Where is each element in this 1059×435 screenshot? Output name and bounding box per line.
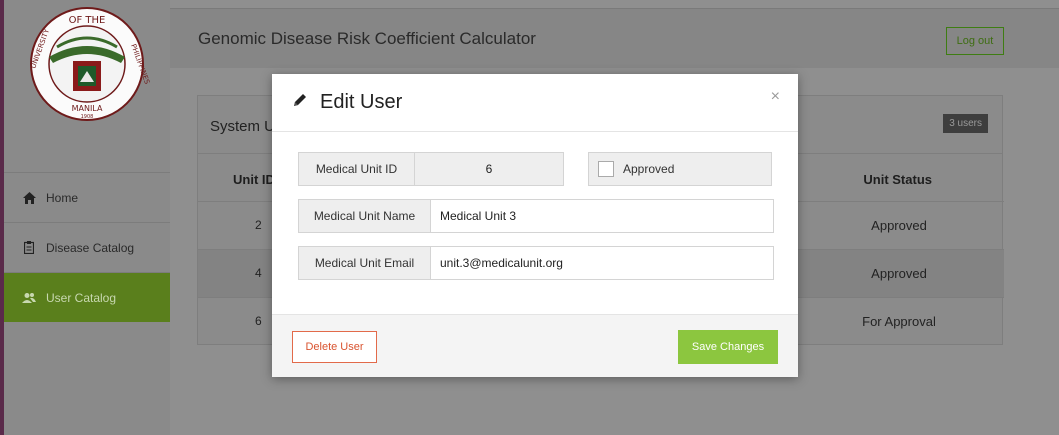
university-seal-logo: OF THE UNIVERSITY PHILIPPINES MANILA 190… — [4, 0, 170, 128]
medical-unit-name-field: Medical Unit Name Medical Unit 3 — [298, 199, 774, 233]
app-title: Genomic Disease Risk Coefficient Calcula… — [198, 29, 536, 48]
svg-text:OF THE: OF THE — [69, 15, 106, 26]
pencil-icon — [292, 92, 308, 113]
medical-unit-id-field: Medical Unit ID 6 — [298, 152, 564, 186]
column-header-unit-id: Unit ID — [233, 172, 275, 187]
save-changes-button[interactable]: Save Changes — [678, 330, 778, 364]
sidebar: OF THE UNIVERSITY PHILIPPINES MANILA 190… — [0, 0, 170, 435]
panel-title: System U — [210, 118, 276, 135]
user-count-badge: 3 users — [943, 114, 988, 133]
svg-text:MANILA: MANILA — [72, 104, 103, 113]
top-bar: Genomic Disease Risk Coefficient Calcula… — [170, 8, 1059, 68]
approved-checkbox-group[interactable]: Approved — [588, 152, 772, 186]
unit-status-cell: Approved — [871, 218, 927, 233]
approved-checkbox[interactable] — [598, 161, 614, 177]
medical-unit-email-field: Medical Unit Email unit.3@medicalunit.or… — [298, 246, 774, 280]
home-icon — [22, 191, 36, 205]
close-icon[interactable]: × — [771, 88, 780, 106]
logout-button[interactable]: Log out — [946, 27, 1004, 55]
modal-body: Medical Unit ID 6 Approved Medical Unit … — [272, 132, 798, 314]
medical-unit-id-value: 6 — [415, 153, 563, 185]
modal-header: Edit User × — [272, 74, 798, 132]
medical-unit-email-label: Medical Unit Email — [299, 247, 431, 279]
medical-unit-id-label: Medical Unit ID — [299, 153, 415, 185]
sidebar-item-label: Home — [46, 190, 79, 205]
approved-label: Approved — [623, 162, 675, 176]
medical-unit-name-label: Medical Unit Name — [299, 200, 431, 232]
delete-user-button[interactable]: Delete User — [292, 331, 377, 363]
users-icon — [22, 291, 36, 305]
sidebar-item-label: User Catalog — [46, 290, 117, 305]
edit-user-modal: Edit User × Medical Unit ID 6 Approved M… — [272, 74, 798, 377]
unit-id-cell: 4 — [255, 266, 262, 280]
modal-footer: Delete User Save Changes — [272, 314, 798, 377]
unit-status-cell: For Approval — [862, 314, 936, 329]
sidebar-item-label: Disease Catalog — [46, 240, 135, 255]
svg-text:1908: 1908 — [81, 114, 94, 120]
sidebar-item-disease-catalog[interactable]: Disease Catalog — [4, 222, 170, 272]
clipboard-icon — [22, 241, 36, 255]
unit-status-cell: Approved — [871, 266, 927, 281]
medical-unit-email-input[interactable]: unit.3@medicalunit.org — [431, 247, 773, 279]
sidebar-item-user-catalog[interactable]: User Catalog — [4, 272, 170, 322]
modal-title: Edit User — [320, 91, 403, 113]
unit-id-cell: 2 — [255, 218, 262, 232]
medical-unit-name-input[interactable]: Medical Unit 3 — [431, 200, 773, 232]
column-header-unit-status: Unit Status — [863, 172, 932, 187]
unit-id-cell: 6 — [255, 314, 262, 328]
sidebar-item-home[interactable]: Home — [4, 172, 170, 222]
